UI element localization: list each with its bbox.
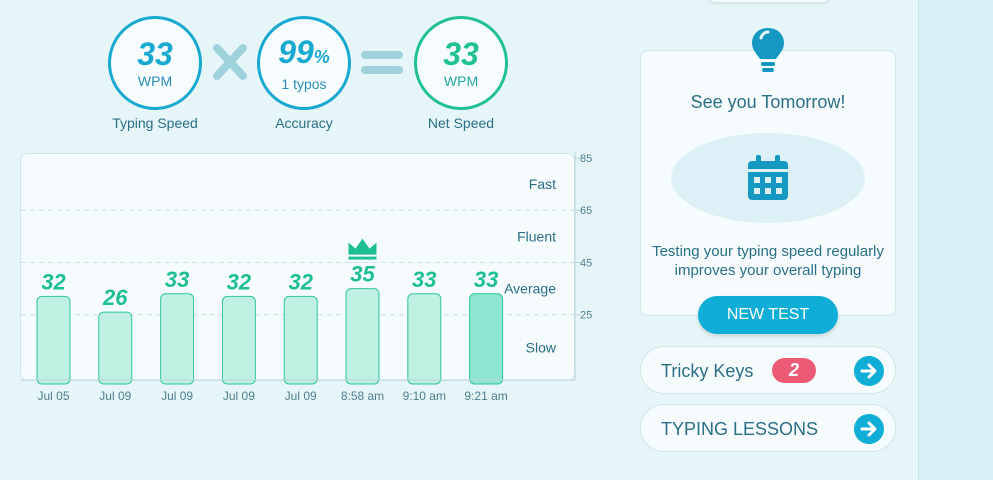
x-tick-label: Jul 09 [161,389,193,403]
bar [98,311,133,385]
tip-text-line2: improves your overall typing [674,262,862,279]
level-label-slow: Slow [526,339,557,355]
y-tick-label: 45 [580,257,592,269]
top-tab[interactable] [706,0,832,2]
level-label-fluent: Fluent [517,228,556,244]
y-tick-label: 85 [580,153,592,165]
arrow-right-icon[interactable] [853,413,885,445]
bar [469,293,504,385]
bar [283,295,318,385]
y-tick-label: 65 [580,205,592,217]
tricky-keys-label: Tricky Keys [661,361,754,381]
chart-canvas: 25 45 65 85 Slow Average Fluent Fast 32 Jul 05 26 J… [21,152,592,403]
crown-base [348,256,377,260]
right-sidebar [918,0,993,480]
x-tick-label: Jul 09 [99,389,131,403]
bar-value-label: 33 [412,267,436,292]
bar-value-label: 26 [102,285,128,310]
level-label-average: Average [504,281,556,297]
bar-value-label: 32 [227,269,252,294]
typing-lessons-button[interactable]: TYPING LESSONS [640,404,896,452]
bar-value-label: 33 [165,267,189,292]
x-tick-label: 9:10 am [403,389,446,403]
x-tick-label: 9:21 am [464,389,507,403]
crown-icon [348,238,377,255]
bar-value-label: 35 [350,262,375,287]
y-tick-label: 25 [580,310,592,322]
x-tick-label: Jul 05 [37,389,69,403]
tricky-keys-count-badge: 2 [772,358,816,383]
x-tick-label: 8:58 am [341,389,384,403]
lightbulb-icon [752,28,784,72]
bar-value-label: 32 [288,269,313,294]
bar [345,288,380,385]
bar [160,293,195,385]
x-tick-label: Jul 09 [285,389,317,403]
bar-value-label: 32 [41,269,66,294]
tip-text-line1: Testing your typing speed regularly [652,243,884,260]
x-tick-label: Jul 09 [223,389,255,403]
tricky-keys-button[interactable]: Tricky Keys 2 [640,346,896,394]
typing-lessons-label: TYPING LESSONS [661,419,819,439]
new-test-button[interactable]: NEW TEST [698,296,838,334]
bar [36,295,71,385]
level-label-fast: Fast [529,176,556,192]
tip-text: Testing your typing speed regularly impr… [640,242,896,280]
bar [407,293,442,385]
calendar-icon [748,155,788,200]
tip-title: See you Tomorrow! [690,92,846,112]
arrow-right-icon[interactable] [853,355,885,387]
bar-value-label: 33 [474,267,498,292]
bar [221,295,256,385]
